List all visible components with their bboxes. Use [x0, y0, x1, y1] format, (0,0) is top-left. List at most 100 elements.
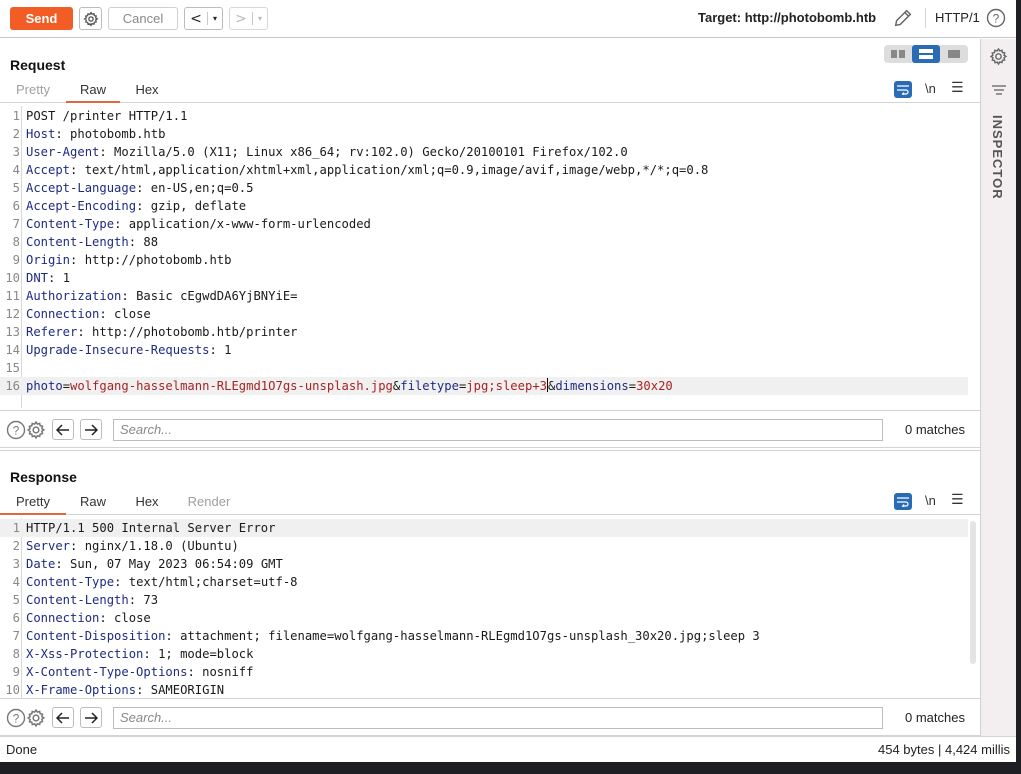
header-name: X-Content-Type-Options — [26, 665, 188, 679]
show-newlines-toggle[interactable]: \n — [925, 493, 936, 508]
code-line: 4 Accept: text/html,application/xhtml+xml… — [0, 161, 968, 179]
param-value: wolfgang-hasselmann-RLEgmd1O7gs-unsplash… — [70, 379, 393, 393]
line-number: 16 — [5, 379, 20, 393]
header-value: gzip, deflate — [143, 199, 247, 213]
arrow-left-icon — [56, 423, 69, 436]
cancel-button[interactable]: Cancel — [108, 7, 178, 30]
arrow-left-icon — [56, 711, 69, 724]
code-line: 14 Upgrade-Insecure-Requests: 1 — [0, 341, 968, 359]
search-next-button[interactable] — [80, 707, 102, 728]
request-editor-tools: \n ☰ — [894, 80, 974, 99]
request-search-input[interactable]: Search... — [113, 419, 883, 441]
search-next-button[interactable] — [80, 419, 102, 440]
code-line: 9 X-Content-Type-Options: nosniff — [0, 663, 968, 681]
line-number: 7 — [12, 629, 20, 643]
param-equals: = — [62, 379, 71, 393]
line-number: 6 — [12, 611, 20, 625]
code-line: 10 X-Frame-Options: SAMEORIGIN — [0, 681, 968, 698]
header-value: Basic cEgwdDA6YjBNYiE= — [128, 289, 298, 303]
inspector-tab[interactable]: INSPECTOR — [990, 115, 1005, 200]
gear-icon — [989, 47, 1008, 66]
help-icon: ? — [6, 420, 26, 440]
code-line: 7 Content-Disposition: attachment; filena… — [0, 627, 968, 645]
tab-response-raw[interactable]: Raw — [76, 493, 110, 515]
chevron-down-icon[interactable]: ▾ — [208, 14, 222, 23]
header-value: attachment; filename=wolfgang-hasselmann… — [172, 629, 760, 643]
line-number: 15 — [5, 361, 20, 375]
header-name: Authorization — [26, 289, 122, 303]
line-number: 6 — [12, 199, 20, 213]
inspector-settings-button[interactable] — [989, 47, 1008, 66]
top-toolbar: Send Cancel < ▾ > ▾ Target: http://photo… — [0, 0, 1016, 38]
line-number: 14 — [5, 343, 20, 357]
layout-stacked-button[interactable] — [912, 45, 940, 63]
line-number: 4 — [12, 163, 20, 177]
tab-response-hex[interactable]: Hex — [130, 493, 164, 515]
code-line: 1 POST /printer HTTP/1.1 — [0, 107, 968, 125]
line-text: POST /printer HTTP/1.1 — [26, 109, 188, 123]
word-wrap-toggle[interactable] — [894, 81, 912, 98]
search-previous-button[interactable] — [52, 419, 74, 440]
wrap-icon — [897, 84, 909, 95]
header-colon: : — [99, 307, 107, 321]
response-stats: 454 bytes | 4,424 millis — [878, 742, 1010, 757]
editor-menu-button[interactable]: ☰ — [951, 80, 964, 96]
header-value: 1; mode=block — [150, 647, 254, 661]
forward-arrow-icon[interactable]: > — [230, 11, 252, 27]
inspector-sidebar: INSPECTOR — [980, 39, 1016, 736]
search-help-button[interactable]: ? — [6, 420, 26, 440]
header-value: text/html,application/xhtml+xml,applicat… — [77, 163, 709, 177]
search-previous-button[interactable] — [52, 707, 74, 728]
line-number: 1 — [12, 109, 20, 123]
gear-icon — [82, 10, 98, 27]
header-colon: : — [77, 325, 85, 339]
search-help-button[interactable]: ? — [6, 708, 26, 728]
word-wrap-toggle[interactable] — [894, 493, 912, 510]
pane-splitter[interactable] — [0, 450, 980, 451]
inspector-filter-button[interactable] — [990, 83, 1008, 99]
edit-target-button[interactable] — [892, 7, 914, 29]
line-number: 10 — [5, 683, 20, 697]
search-settings-button[interactable] — [26, 420, 46, 440]
send-button[interactable]: Send — [10, 7, 73, 30]
line-number: 10 — [5, 271, 20, 285]
show-newlines-toggle[interactable]: \n — [925, 81, 936, 96]
forward-history-button[interactable]: > ▾ — [229, 7, 268, 30]
header-name: Referer — [26, 325, 78, 339]
send-settings-button[interactable] — [79, 7, 102, 30]
tab-response-render[interactable]: Render — [184, 493, 234, 515]
http-version-toggle[interactable]: HTTP/1 — [935, 10, 980, 25]
chevron-down-icon[interactable]: ▾ — [253, 14, 267, 23]
tab-response-pretty[interactable]: Pretty — [0, 493, 66, 515]
code-line: 8 X-Xss-Protection: 1; mode=block — [0, 645, 968, 663]
header-colon: : — [209, 343, 217, 357]
code-line: 3 Date: Sun, 07 May 2023 06:54:09 GMT — [0, 555, 968, 573]
back-arrow-icon[interactable]: < — [185, 11, 207, 27]
response-scrollbar[interactable] — [970, 521, 976, 664]
request-editor[interactable]: 1 POST /printer HTTP/1.1 2 Host: photobomb.… — [0, 106, 980, 408]
tab-request-raw[interactable]: Raw — [66, 81, 120, 103]
code-line: 15 — [0, 359, 968, 377]
code-line: 5 Accept-Language: en-US,en;q=0.5 — [0, 179, 968, 197]
help-button[interactable]: ? — [986, 8, 1006, 28]
header-name: X-Xss-Protection — [26, 647, 144, 661]
back-history-button[interactable]: < ▾ — [184, 7, 223, 30]
search-settings-button[interactable] — [26, 708, 46, 728]
header-name: Accept-Language — [26, 181, 137, 195]
layout-tabs-button[interactable] — [940, 45, 968, 63]
request-tabs: Pretty Raw Hex — [0, 81, 980, 103]
tab-request-pretty[interactable]: Pretty — [14, 81, 52, 103]
filter-icon — [992, 85, 1006, 95]
line-text: HTTP/1.1 500 Internal Server Error — [26, 521, 276, 535]
response-editor[interactable]: 1 HTTP/1.1 500 Internal Server Error 2 Serv… — [0, 518, 980, 698]
code-line: 12 Connection: close — [0, 305, 968, 323]
rows-icon — [919, 49, 933, 59]
editor-menu-button[interactable]: ☰ — [951, 492, 964, 508]
line-number: 7 — [12, 217, 20, 231]
gear-icon — [26, 708, 46, 728]
layout-side-by-side-button[interactable] — [884, 45, 912, 63]
tab-request-hex[interactable]: Hex — [130, 81, 164, 103]
response-search-input[interactable]: Search... — [113, 707, 883, 729]
header-name: Origin — [26, 253, 71, 267]
header-colon: : — [99, 145, 107, 159]
